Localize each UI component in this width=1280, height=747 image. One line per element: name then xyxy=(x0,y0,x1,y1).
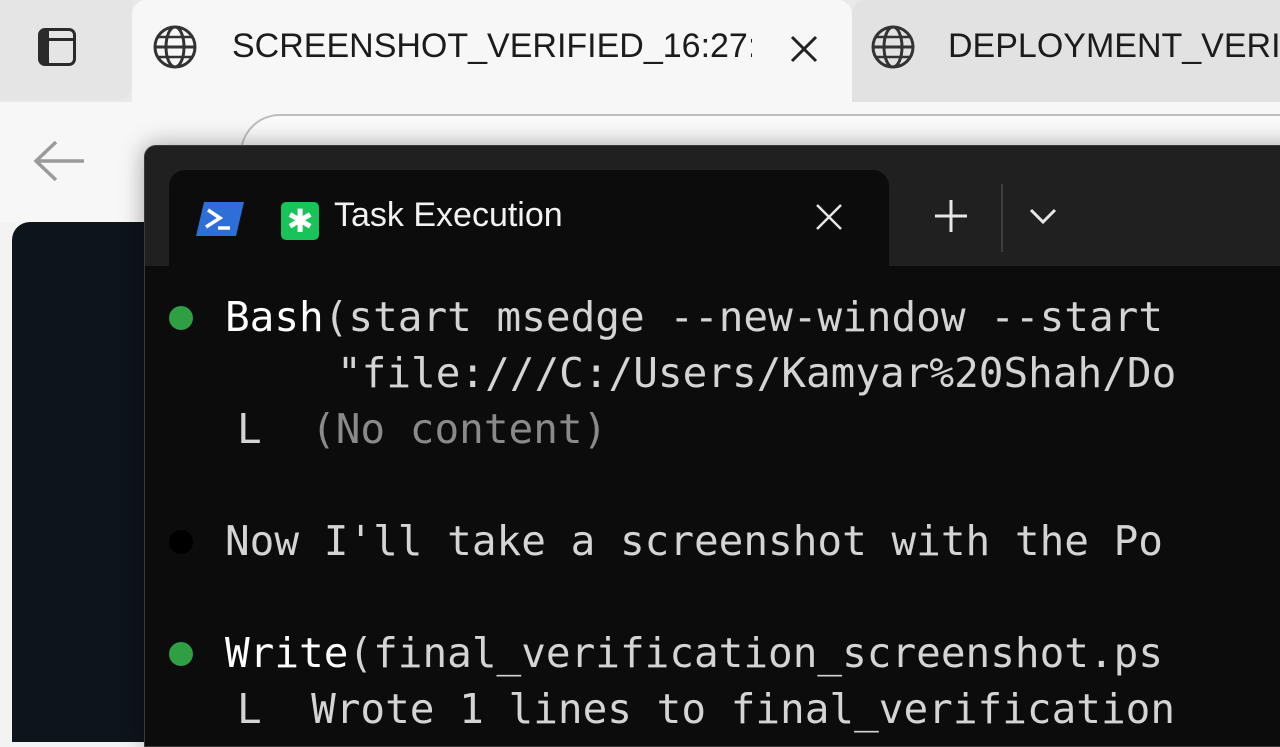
browser-tab-inactive[interactable]: DEPLOYMENT_VERIFI xyxy=(852,0,1280,102)
terminal-line: Bash(start msedge --new-window --start xyxy=(225,293,1164,341)
terminal-line: Now I'll take a screenshot with the Po xyxy=(225,517,1163,565)
close-icon[interactable] xyxy=(784,26,824,72)
globe-icon xyxy=(153,25,197,69)
tab-divider xyxy=(1001,184,1003,252)
terminal-line: L (No content) xyxy=(237,405,608,453)
terminal-line: Write(final_verification_screenshot.ps xyxy=(225,629,1163,677)
plus-icon[interactable] xyxy=(931,196,971,236)
task-icon: ✱ xyxy=(281,202,319,240)
tab-actions-icon xyxy=(38,28,76,66)
browser-tab-active[interactable]: SCREENSHOT_VERIFIED_16:27:51 · xyxy=(132,0,852,102)
status-bullet xyxy=(169,642,193,666)
close-icon[interactable] xyxy=(809,196,849,238)
terminal-window: ✱ Task Execution Bash(start msedge --new… xyxy=(144,145,1280,747)
browser-tab-title: SCREENSHOT_VERIFIED_16:27:51 · xyxy=(232,27,752,65)
status-bullet xyxy=(169,530,193,554)
terminal-output[interactable]: Bash(start msedge --new-window --start "… xyxy=(145,266,1280,746)
terminal-tab-title: Task Execution xyxy=(334,196,563,234)
tab-actions-button[interactable] xyxy=(0,0,132,100)
chevron-down-icon[interactable] xyxy=(1025,204,1061,228)
status-bullet xyxy=(169,306,193,330)
browser-tab-title: DEPLOYMENT_VERIFI xyxy=(948,27,1280,65)
terminal-line: "file:///C:/Users/Kamyar%20Shah/Do xyxy=(337,349,1177,397)
terminal-tab[interactable]: ✱ Task Execution xyxy=(169,170,889,266)
browser-tabstrip: SCREENSHOT_VERIFIED_16:27:51 · DEPLOYMEN… xyxy=(0,0,1280,102)
powershell-icon xyxy=(196,202,244,236)
globe-icon xyxy=(871,25,915,69)
terminal-line: L Wrote 1 lines to final_verification xyxy=(237,685,1176,733)
back-arrow-icon[interactable] xyxy=(30,138,90,184)
